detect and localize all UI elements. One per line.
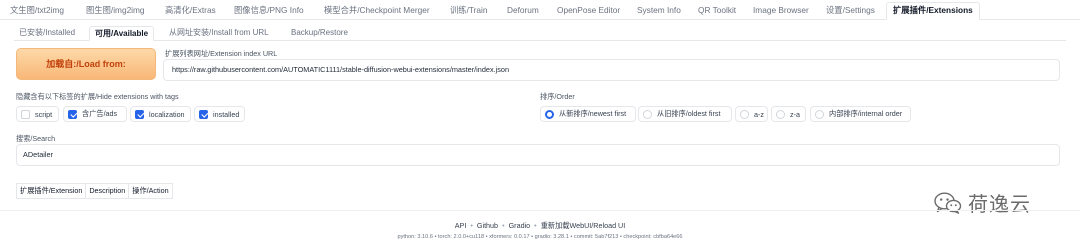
extensions-table-header: 扩展插件/Extension Description 操作/Action: [16, 183, 173, 199]
footer-link-gradio[interactable]: Gradio: [509, 221, 531, 230]
footer-links: API • Github • Gradio • 重新加载WebUI/Reload…: [0, 221, 1080, 231]
order-label: 排序/Order: [540, 92, 575, 101]
tag-checkbox-localization[interactable]: localization: [130, 106, 191, 122]
checkbox-icon: [21, 109, 30, 119]
footer-link-reload-ui[interactable]: 重新加载WebUI/Reload UI: [541, 221, 626, 230]
main-tab-bar: 文生图/txt2img 图生图/img2img 高清化/Extras 图像信息/…: [0, 0, 1080, 20]
radio-icon: [643, 109, 652, 119]
checkbox-checked-icon: [135, 109, 144, 119]
radio-label: 从新排序/newest first: [559, 109, 627, 118]
tab-backup-restore[interactable]: Backup/Restore: [286, 26, 353, 41]
tab-install-from-url[interactable]: 从网址安装/Install from URL: [164, 26, 274, 41]
watermark-text: 荷逸云: [968, 194, 1031, 216]
index-url-input[interactable]: https://raw.githubusercontent.com/AUTOMA…: [163, 59, 1060, 81]
footer-separator: •: [502, 221, 505, 230]
tag-checkbox-installed[interactable]: installed: [194, 106, 245, 122]
checkbox-label: 含广告/ads: [82, 109, 118, 118]
tag-checkbox-ads[interactable]: 含广告/ads: [63, 106, 127, 122]
tab-extras[interactable]: 高清化/Extras: [159, 3, 222, 20]
radio-icon: [815, 109, 824, 119]
checkbox-checked-icon: [68, 109, 77, 119]
footer-link-api[interactable]: API: [455, 221, 467, 230]
tab-openpose-editor[interactable]: OpenPose Editor: [551, 3, 626, 20]
tab-checkpoint-merger[interactable]: 模型合并/Checkpoint Merger: [318, 3, 436, 20]
column-header-description: Description: [86, 184, 130, 198]
version-info: python: 3.10.6 • torch: 2.0.0+cu118 • xf…: [397, 234, 683, 240]
tab-deforum[interactable]: Deforum: [501, 3, 545, 20]
footer-link-github[interactable]: Github: [477, 221, 498, 230]
order-radio-internal-order[interactable]: 内部排序/internal order: [810, 106, 911, 122]
footer-separator: •: [534, 221, 537, 230]
radio-label: 内部排序/internal order: [829, 109, 903, 118]
radio-icon: [740, 109, 749, 119]
column-header-extension: 扩展插件/Extension: [17, 184, 87, 198]
radio-label: a-z: [754, 109, 764, 119]
checkbox-label: localization: [149, 109, 185, 119]
tab-train[interactable]: 训练/Train: [444, 3, 494, 20]
footer-divider: [0, 210, 1080, 211]
search-input[interactable]: ADetailer: [16, 144, 1060, 166]
tab-qr-toolkit[interactable]: QR Toolkit: [692, 3, 742, 20]
tab-settings[interactable]: 设置/Settings: [820, 3, 881, 20]
radio-label: z-a: [790, 109, 800, 119]
tab-installed[interactable]: 已安装/Installed: [14, 26, 80, 41]
tab-image-browser[interactable]: Image Browser: [747, 3, 815, 20]
order-radio-z-a[interactable]: z-a: [771, 106, 806, 122]
order-radio-newest-first[interactable]: 从新排序/newest first: [540, 106, 636, 122]
tab-system-info[interactable]: System Info: [631, 3, 687, 20]
order-radio-a-z[interactable]: a-z: [735, 106, 768, 122]
checkbox-checked-icon: [199, 109, 208, 119]
column-header-action: 操作/Action: [132, 186, 169, 195]
checkbox-label: script: [35, 109, 53, 119]
extensions-sub-tab-bar: 已安装/Installed 可用/Available 从网址安装/Install…: [14, 26, 1066, 41]
hide-tags-label: 隐藏含有以下标签的扩展/Hide extensions with tags: [16, 92, 179, 101]
watermark: 荷逸云: [934, 188, 1031, 217]
tab-img2img[interactable]: 图生图/img2img: [80, 3, 151, 20]
radio-selected-icon: [545, 109, 554, 119]
radio-label: 从旧排序/oldest first: [657, 109, 721, 118]
index-url-label: 扩展列表网址/Extension index URL: [165, 49, 278, 58]
order-radio-oldest-first[interactable]: 从旧排序/oldest first: [638, 106, 732, 122]
tab-png-info[interactable]: 图像信息/PNG Info: [228, 3, 310, 20]
tab-txt2img[interactable]: 文生图/txt2img: [4, 3, 70, 20]
tag-checkbox-script[interactable]: script: [16, 106, 59, 122]
search-label: 搜索/Search: [16, 134, 56, 143]
tab-available[interactable]: 可用/Available: [89, 26, 155, 41]
radio-icon: [776, 109, 785, 119]
checkbox-label: installed: [213, 109, 240, 119]
footer-separator: •: [470, 221, 473, 230]
load-from-button[interactable]: 加载自:/Load from:: [16, 48, 156, 80]
tab-extensions[interactable]: 扩展插件/Extensions: [886, 2, 980, 20]
